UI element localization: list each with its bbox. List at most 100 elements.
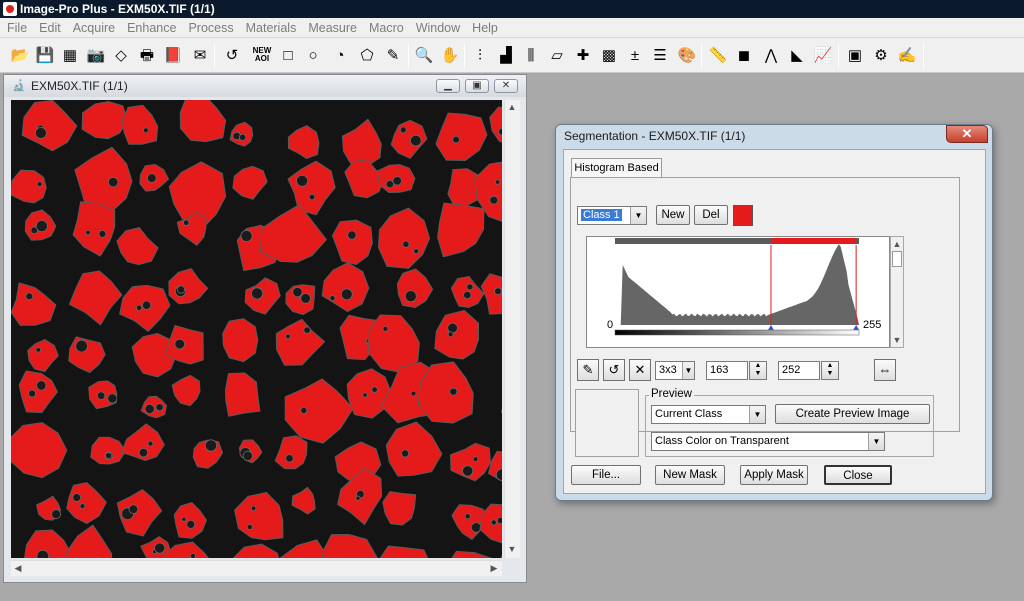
scroll-right-icon[interactable]: ▶	[487, 561, 501, 575]
range-min-input[interactable]: 163	[706, 361, 748, 380]
particle-hole	[174, 338, 186, 350]
hist-scroll-thumb[interactable]	[892, 251, 902, 267]
undo-segment-icon[interactable]: ↺	[603, 359, 625, 381]
eyedropper-icon[interactable]: ✎	[577, 359, 599, 381]
file-button[interactable]: File...	[571, 465, 641, 485]
clear-icon[interactable]: ✕	[629, 359, 651, 381]
class-select[interactable]: Class 1 ▼	[577, 206, 647, 225]
macro-record-icon[interactable]: ⚙	[871, 45, 891, 65]
particle-hole	[463, 291, 472, 300]
mail-icon[interactable]: ✉	[190, 45, 210, 65]
range-min-marker[interactable]	[767, 325, 774, 330]
open-icon[interactable]: 📂	[10, 45, 30, 65]
rectangle-aoi-icon[interactable]: □	[278, 45, 298, 65]
create-preview-image-button[interactable]: Create Preview Image	[775, 404, 930, 424]
magic-wand-icon[interactable]: ⬠	[357, 45, 377, 65]
ellipse-aoi-icon[interactable]: ○	[303, 45, 323, 65]
levels-icon[interactable]: ⫶	[470, 45, 490, 65]
math-ops-icon[interactable]: ±	[625, 45, 645, 65]
new-mask-button[interactable]: New Mask	[655, 465, 725, 485]
menu-help[interactable]: Help	[467, 18, 505, 38]
menu-file[interactable]: File	[2, 18, 34, 38]
new-aoi-icon[interactable]: NEW AOI	[251, 45, 273, 65]
camera-icon[interactable]: 📷	[86, 45, 106, 65]
tab-histogram-based[interactable]: Histogram Based	[571, 158, 662, 178]
print-icon[interactable]: 🖶	[137, 45, 157, 65]
histogram-scrollbar[interactable]: ▲ ▼	[890, 236, 904, 348]
close-button[interactable]: Close	[824, 465, 892, 485]
horizontal-scrollbar[interactable]: ◀ ▶	[11, 560, 502, 576]
preview-mode-select[interactable]: Current Class ▼	[651, 405, 766, 424]
menu-macro[interactable]: Macro	[364, 18, 411, 38]
particle-hole	[36, 380, 47, 391]
pan-hand-icon[interactable]: ✋	[440, 45, 460, 65]
crosshair-icon[interactable]: ✚	[573, 45, 593, 65]
range-min-stepper[interactable]: ▲ ▼	[749, 361, 767, 380]
scroll-left-icon[interactable]: ◀	[11, 561, 25, 575]
particle-hole	[34, 127, 47, 139]
range-max-stepper[interactable]: ▲ ▼	[821, 361, 839, 380]
pencil-icon[interactable]: ✎	[383, 45, 403, 65]
segmented-particle	[222, 318, 259, 363]
book-icon[interactable]: 📕	[163, 45, 183, 65]
save-icon[interactable]: 💾	[35, 45, 55, 65]
particle-hole	[204, 439, 218, 452]
red-histogram-icon[interactable]: ◣	[787, 45, 807, 65]
scroll-down-icon[interactable]: ▼	[505, 542, 519, 556]
line-profile-icon[interactable]: ⋀	[761, 45, 781, 65]
auto-range-icon[interactable]: ⇔	[874, 359, 896, 381]
menu-enhance[interactable]: Enhance	[122, 18, 183, 38]
particle-hole	[303, 326, 311, 334]
chart-icon[interactable]: 📈	[813, 45, 833, 65]
image-canvas[interactable]	[11, 100, 502, 558]
window-icon[interactable]: ▣	[845, 45, 865, 65]
menu-acquire[interactable]: Acquire	[68, 18, 122, 38]
count-size-icon[interactable]: ◼	[734, 45, 754, 65]
segmented-particle	[274, 435, 308, 470]
delete-class-button[interactable]: Del	[694, 205, 728, 225]
close-window-button[interactable]: ✕	[494, 79, 518, 93]
eraser-icon[interactable]: ◇	[111, 45, 131, 65]
menu-edit[interactable]: Edit	[34, 18, 68, 38]
menu-materials[interactable]: Materials	[241, 18, 304, 38]
hist-scroll-up-icon[interactable]: ▲	[891, 237, 903, 251]
measure-ruler-icon[interactable]: 📏	[708, 45, 728, 65]
particle-hole	[409, 134, 422, 147]
range-max-marker[interactable]	[853, 325, 860, 330]
apply-mask-button[interactable]: Apply Mask	[740, 465, 808, 485]
script-icon[interactable]: ✍	[897, 45, 917, 65]
lines-icon[interactable]: ☰	[650, 45, 670, 65]
menu-process[interactable]: Process	[183, 18, 240, 38]
grid-icon[interactable]: ▩	[599, 45, 619, 65]
maximize-button[interactable]: ▣	[465, 79, 489, 93]
color-palette-icon[interactable]: 🎨	[677, 45, 697, 65]
range-max-input[interactable]: 252	[778, 361, 820, 380]
class-select-value: Class 1	[581, 209, 622, 221]
particle-hole	[138, 447, 149, 458]
minimize-button[interactable]: ▁	[436, 79, 460, 93]
particle-hole	[472, 456, 479, 462]
segmented-particle	[21, 100, 78, 152]
vertical-scrollbar[interactable]: ▲ ▼	[504, 100, 520, 558]
neighborhood-select[interactable]: 3x3 ▼	[655, 361, 695, 380]
zoom-icon[interactable]: 🔍	[414, 45, 434, 65]
hist-scroll-down-icon[interactable]: ▼	[891, 333, 903, 347]
filters-icon[interactable]: ⫼	[521, 45, 541, 65]
menu-measure[interactable]: Measure	[303, 18, 364, 38]
dialog-close-icon[interactable]: ✕	[946, 125, 988, 143]
gallery-icon[interactable]: ▦	[60, 45, 80, 65]
segmented-particle	[121, 104, 159, 145]
display-mode-select[interactable]: Class Color on Transparent ▼	[651, 432, 885, 451]
layers-icon[interactable]: ▱	[547, 45, 567, 65]
histogram-plot[interactable]: 0 255	[586, 236, 890, 348]
new-class-button[interactable]: New	[656, 205, 690, 225]
freehand-aoi-icon[interactable]: ◔	[330, 45, 350, 65]
particle-hole	[51, 509, 61, 520]
menu-window[interactable]: Window	[411, 18, 467, 38]
class-color-fill	[734, 206, 752, 225]
histogram-icon[interactable]: ▟	[496, 45, 516, 65]
image-window-titlebar[interactable]: 🔬 EXM50X.TIF (1/1) ▁ ▣ ✕	[4, 75, 526, 97]
undo-icon[interactable]: ↺	[222, 45, 242, 65]
class-color-swatch[interactable]	[733, 205, 753, 226]
scroll-up-icon[interactable]: ▲	[505, 100, 519, 114]
